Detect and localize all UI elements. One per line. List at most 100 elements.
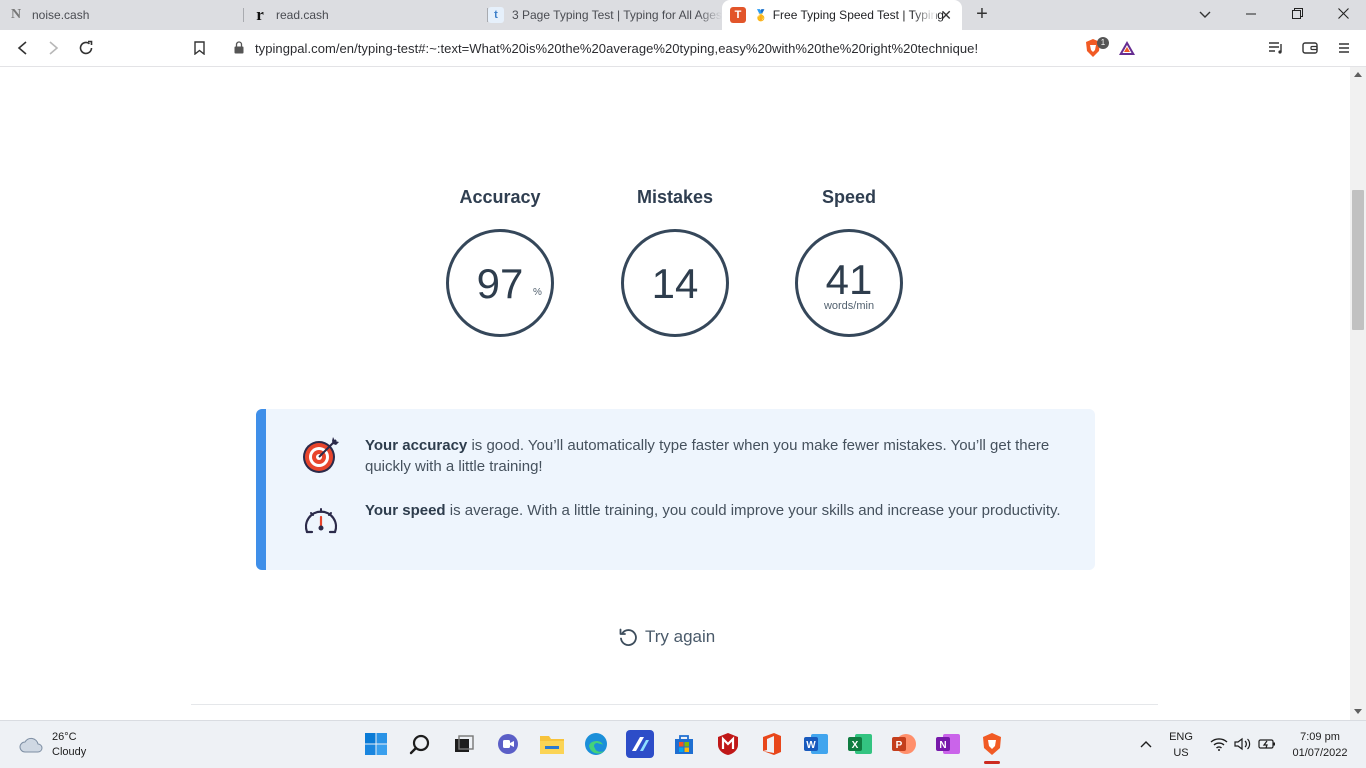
clock-time: 7:09 pm: [1300, 731, 1340, 743]
svg-text:P: P: [896, 740, 903, 751]
accuracy-ring: 97 %: [446, 229, 554, 337]
volume-icon[interactable]: [1232, 730, 1254, 758]
battery-charging-icon[interactable]: [1256, 730, 1278, 758]
accuracy-label: Accuracy: [459, 187, 541, 207]
speed-ring: 41 words/min: [795, 229, 903, 337]
tab-title: noise.cash: [32, 8, 90, 22]
accuracy-value: 97: [476, 260, 524, 307]
tab-noise-cash[interactable]: N noise.cash: [8, 0, 244, 30]
windows-taskbar: 26°C Cloudy W X P N ENG US 7:09 pm 01/07…: [0, 720, 1366, 768]
speed-value: 41: [825, 256, 873, 303]
mistakes-value: 14: [651, 260, 699, 307]
menu-hamburger-icon[interactable]: [1334, 38, 1354, 58]
playlist-icon[interactable]: [1266, 38, 1286, 58]
wifi-icon[interactable]: [1208, 730, 1230, 758]
tab-search-chevron-down-icon[interactable]: [1194, 4, 1216, 24]
tab-fade: [912, 0, 936, 30]
speed-stat: Speed 41 words/min: [769, 187, 929, 337]
accuracy-feedback-body: is good. You’ll automatically type faste…: [365, 437, 1050, 475]
accuracy-feedback-text: Your accuracy is good. You’ll automatica…: [365, 435, 1065, 477]
try-again-label: Try again: [645, 627, 716, 646]
edge-browser-icon[interactable]: [582, 730, 610, 758]
scroll-down-arrow-icon[interactable]: [1354, 709, 1362, 714]
weather-widget[interactable]: 26°C Cloudy: [18, 730, 86, 760]
feedback-accent-bar: [256, 409, 266, 570]
speed-feedback-bold: Your speed: [365, 502, 446, 519]
address-bar[interactable]: typingpal.com/en/typing-test#:~:text=Wha…: [222, 34, 1146, 62]
svg-text:W: W: [806, 740, 816, 751]
clock-date: 01/07/2022: [1292, 747, 1348, 759]
tray-chevron-up-icon[interactable]: [1136, 730, 1156, 758]
speed-label: Speed: [821, 187, 877, 207]
teams-chat-icon[interactable]: [494, 730, 522, 758]
forward-arrow-icon[interactable]: [44, 38, 64, 58]
excel-icon[interactable]: X: [846, 730, 874, 758]
scroll-up-arrow-icon[interactable]: [1354, 72, 1362, 77]
mistakes-label: Mistakes: [636, 187, 714, 207]
target-icon: [303, 437, 339, 473]
powerpoint-icon[interactable]: P: [890, 730, 918, 758]
retry-icon: [619, 628, 637, 646]
mistakes-ring: 14: [621, 229, 729, 337]
svg-text:X: X: [852, 740, 859, 751]
back-arrow-icon[interactable]: [12, 38, 32, 58]
language-indicator[interactable]: ENG US: [1164, 729, 1198, 761]
reload-icon[interactable]: [76, 38, 96, 58]
read-cash-favicon-icon: r: [256, 5, 264, 24]
scrollbar-thumb[interactable]: [1352, 190, 1364, 330]
typing-test-results-page: Accuracy 97 % Mistakes 14 Speed 41 words…: [0, 67, 1350, 720]
feedback-panel: Your accuracy is good. You’ll automatica…: [256, 409, 1095, 570]
url-text[interactable]: typingpal.com/en/typing-test#:~:text=Wha…: [255, 41, 978, 56]
restore-icon[interactable]: [1286, 4, 1308, 24]
medal-emoji: 🥇: [754, 9, 768, 22]
tab-title: 3 Page Typing Test | Typing for All Ages: [512, 8, 722, 22]
task-view-icon[interactable]: [450, 730, 478, 758]
mistakes-stat: Mistakes 14: [595, 187, 755, 337]
language-code: ENG: [1169, 731, 1193, 743]
office-icon[interactable]: [758, 730, 786, 758]
tab-read-cash[interactable]: r read.cash: [252, 0, 488, 30]
tab-fade: [698, 0, 722, 30]
brave-browser-icon[interactable]: [978, 730, 1006, 758]
brave-shields-badge: 1: [1097, 37, 1109, 49]
new-tab-button[interactable]: +: [972, 4, 992, 24]
typingpal-favicon-icon: T: [730, 7, 746, 23]
search-icon[interactable]: [406, 730, 434, 758]
speed-feedback-body: is average. With a little training, you …: [445, 502, 1061, 519]
bookmark-icon[interactable]: [189, 38, 209, 58]
speedometer-icon: [304, 508, 338, 534]
page-scrollbar[interactable]: [1350, 67, 1366, 720]
accuracy-feedback-bold: Your accuracy: [365, 437, 468, 454]
speed-unit: words/min: [823, 300, 875, 312]
page-divider: [191, 704, 1158, 705]
accuracy-unit: %: [533, 287, 542, 298]
clock[interactable]: 7:09 pm 01/07/2022: [1284, 729, 1356, 761]
start-windows-icon[interactable]: [362, 730, 390, 758]
close-window-icon[interactable]: [1332, 4, 1354, 24]
word-icon[interactable]: W: [802, 730, 830, 758]
svg-text:N: N: [939, 740, 946, 751]
accuracy-stat: Accuracy 97 %: [420, 187, 580, 337]
tab-3-page-typing-test[interactable]: t 3 Page Typing Test | Typing for All Ag…: [488, 0, 722, 30]
try-again-button[interactable]: Try again: [617, 624, 715, 650]
noise-cash-favicon-icon: N: [10, 7, 22, 22]
close-tab-icon[interactable]: ✕: [940, 7, 952, 24]
lock-icon[interactable]: [234, 41, 244, 54]
weather-temp: 26°C: [52, 731, 77, 743]
cloud-icon: [19, 737, 43, 753]
brave-running-indicator: [984, 761, 1000, 764]
tab-typingpal-active[interactable]: T 🥇 Free Typing Speed Test | Typing ✕: [722, 0, 962, 30]
typing-site-favicon-icon: t: [488, 7, 504, 23]
brave-rewards-triangle-icon[interactable]: [1117, 38, 1137, 58]
file-explorer-icon[interactable]: [538, 730, 566, 758]
microsoft-store-icon[interactable]: [670, 730, 698, 758]
wallet-icon[interactable]: [1300, 38, 1320, 58]
mcafee-icon[interactable]: [714, 730, 742, 758]
language-region: US: [1173, 747, 1189, 759]
browser-toolbar: typingpal.com/en/typing-test#:~:text=Wha…: [0, 30, 1366, 67]
mail-app-icon[interactable]: [626, 730, 654, 758]
onenote-icon[interactable]: N: [934, 730, 962, 758]
minimize-icon[interactable]: [1240, 4, 1262, 24]
weather-condition: Cloudy: [52, 746, 87, 758]
speed-feedback-text: Your speed is average. With a little tra…: [365, 500, 1065, 521]
